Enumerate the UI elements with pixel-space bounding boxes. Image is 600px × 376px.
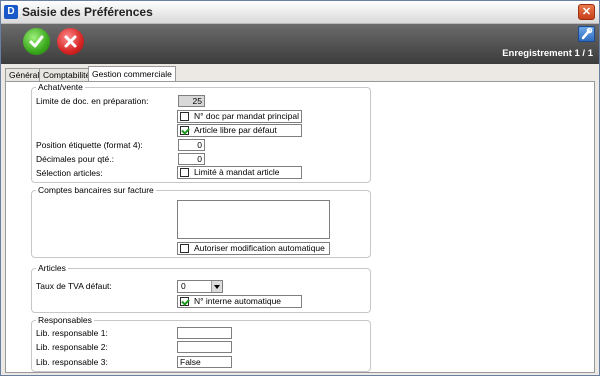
tab-general[interactable]: Général	[5, 68, 44, 81]
group-title: Achat/vente	[36, 82, 85, 92]
checkbox-label: Article libre par défaut	[194, 125, 277, 135]
lib1-label: Lib. responsable 1:	[36, 328, 108, 338]
decimales-label: Décimales pour qté.:	[36, 154, 114, 164]
checkbox-box	[180, 244, 189, 253]
limite-label: Limite de doc. en préparation:	[36, 96, 149, 106]
checkbox-box	[180, 112, 189, 121]
auto-modif-checkbox[interactable]: Autoriser modification automatique	[177, 242, 330, 255]
preferences-window: D Saisie des Préférences ✕ Enregistremen…	[0, 0, 600, 376]
group-title: Articles	[36, 263, 68, 273]
lib3-field[interactable]: False	[177, 356, 232, 368]
tools-button[interactable]	[578, 26, 595, 42]
tab-comptabilite[interactable]: Comptabilité	[39, 68, 95, 81]
checkbox-label: Autoriser modification automatique	[194, 243, 325, 253]
lib1-field[interactable]	[177, 327, 232, 339]
wrench-icon	[581, 27, 593, 40]
checkbox-label: Limité à mandat article	[194, 167, 280, 177]
article-libre-checkbox[interactable]: Article libre par défaut	[177, 124, 302, 137]
interne-auto-checkbox[interactable]: N° interne automatique	[177, 295, 302, 308]
position-field[interactable]: 0	[178, 139, 205, 151]
app-icon: D	[4, 5, 18, 19]
lib2-field[interactable]	[177, 341, 232, 353]
lib3-label: Lib. responsable 3:	[36, 357, 108, 367]
record-indicator: Enregistrement 1 / 1	[502, 48, 593, 59]
title-bar: D Saisie des Préférences ✕	[1, 1, 599, 24]
checkbox-box	[180, 168, 189, 177]
tab-panel: Achat/vente Limite de doc. en préparatio…	[5, 81, 595, 373]
group-title: Responsables	[36, 315, 94, 325]
tab-gestion-commerciale[interactable]: Gestion commerciale	[88, 66, 176, 81]
lib2-label: Lib. responsable 2:	[36, 342, 108, 352]
selection-label: Sélection articles:	[36, 168, 103, 178]
toolbar: Enregistrement 1 / 1	[1, 24, 599, 64]
checkbox-label: N° doc par mandat principal	[194, 111, 299, 121]
checkbox-box	[180, 297, 189, 306]
limite-field[interactable]: 25	[178, 95, 205, 107]
checkbox-box	[180, 126, 189, 135]
tva-value: 0	[181, 281, 186, 291]
window-title: Saisie des Préférences	[22, 5, 153, 19]
cross-icon	[64, 35, 77, 48]
validate-button[interactable]	[23, 28, 50, 55]
doc-par-mandat-checkbox[interactable]: N° doc par mandat principal	[177, 110, 302, 123]
close-button[interactable]: ✕	[578, 4, 595, 20]
checkbox-label: N° interne automatique	[194, 296, 282, 306]
cancel-button[interactable]	[57, 28, 84, 55]
limite-mandat-checkbox[interactable]: Limité à mandat article	[177, 166, 302, 179]
comptes-list[interactable]	[177, 200, 330, 239]
position-label: Position étiquette (format 4):	[36, 140, 143, 150]
checkmark-icon	[29, 35, 44, 48]
tva-select[interactable]: 0	[177, 280, 223, 293]
group-title: Comptes bancaires sur facture	[36, 185, 156, 195]
chevron-down-icon[interactable]	[211, 281, 222, 292]
tva-label: Taux de TVA défaut:	[36, 281, 112, 291]
decimales-field[interactable]: 0	[178, 153, 205, 165]
